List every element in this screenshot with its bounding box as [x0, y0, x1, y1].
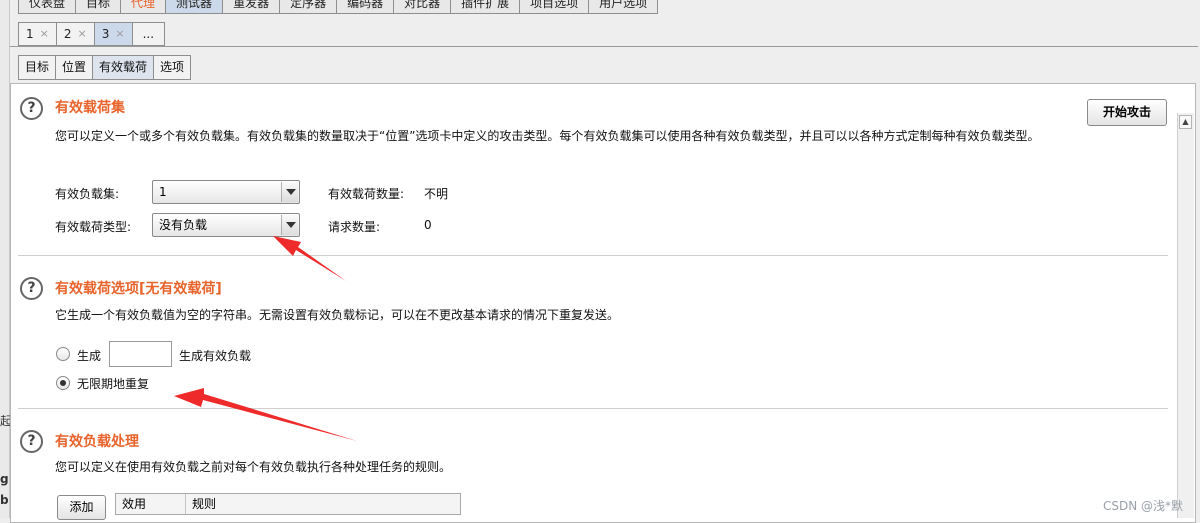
annotation-arrow-2	[174, 388, 357, 441]
watermark: CSDN @浅*默	[1103, 499, 1184, 513]
annotation-arrows	[174, 236, 357, 441]
annotation-arrow-1	[273, 236, 346, 281]
